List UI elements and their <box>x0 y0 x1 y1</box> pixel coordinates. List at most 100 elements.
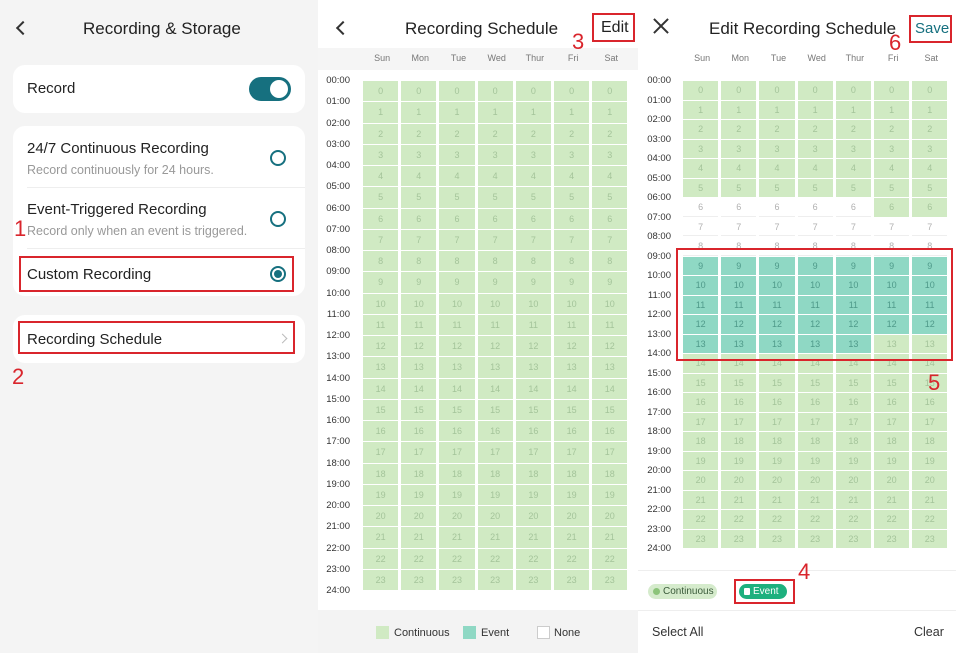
schedule-cell[interactable]: 17 <box>683 412 719 431</box>
schedule-cell[interactable]: 11 <box>797 295 833 314</box>
schedule-cell[interactable]: 17 <box>759 412 795 431</box>
schedule-cell[interactable]: 9 <box>683 256 719 275</box>
schedule-cell[interactable]: 20 <box>759 471 795 490</box>
schedule-cell[interactable]: 1 <box>912 100 948 119</box>
schedule-cell[interactable]: 17 <box>797 412 833 431</box>
schedule-cell[interactable]: 6 <box>759 198 795 217</box>
schedule-cell[interactable]: 23 <box>683 529 719 548</box>
schedule-cell[interactable]: 22 <box>835 510 871 529</box>
schedule-cell[interactable]: 17 <box>874 412 910 431</box>
schedule-cell[interactable]: 13 <box>912 334 948 353</box>
schedule-cell[interactable]: 0 <box>835 81 871 100</box>
schedule-cell[interactable]: 23 <box>759 529 795 548</box>
schedule-cell[interactable]: 21 <box>874 490 910 509</box>
schedule-cell[interactable]: 19 <box>759 451 795 470</box>
schedule-cell[interactable]: 9 <box>759 256 795 275</box>
schedule-cell[interactable]: 22 <box>759 510 795 529</box>
schedule-cell[interactable]: 5 <box>835 178 871 197</box>
schedule-cell[interactable]: 1 <box>835 100 871 119</box>
schedule-cell[interactable]: 1 <box>721 100 757 119</box>
schedule-cell[interactable]: 12 <box>683 315 719 334</box>
schedule-cell[interactable]: 16 <box>912 393 948 412</box>
schedule-cell[interactable]: 18 <box>683 432 719 451</box>
schedule-cell[interactable]: 10 <box>835 276 871 295</box>
schedule-cell[interactable]: 19 <box>683 451 719 470</box>
schedule-cell[interactable]: 2 <box>759 120 795 139</box>
schedule-cell[interactable]: 11 <box>835 295 871 314</box>
schedule-cell[interactable]: 20 <box>835 471 871 490</box>
schedule-cell[interactable]: 22 <box>874 510 910 529</box>
schedule-cell[interactable]: 21 <box>683 490 719 509</box>
schedule-cell[interactable]: 5 <box>683 178 719 197</box>
schedule-cell[interactable]: 3 <box>759 139 795 158</box>
schedule-cell[interactable]: 5 <box>797 178 833 197</box>
schedule-cell[interactable]: 15 <box>835 373 871 392</box>
schedule-cell[interactable]: 18 <box>797 432 833 451</box>
schedule-cell[interactable]: 6 <box>721 198 757 217</box>
schedule-cell[interactable]: 5 <box>912 178 948 197</box>
event-mode-pill[interactable]: Event <box>739 584 787 599</box>
schedule-cell[interactable]: 19 <box>912 451 948 470</box>
schedule-cell[interactable]: 7 <box>835 217 871 236</box>
schedule-cell[interactable]: 11 <box>683 295 719 314</box>
schedule-cell[interactable]: 8 <box>759 237 795 256</box>
schedule-cell[interactable]: 4 <box>683 159 719 178</box>
radio-event[interactable] <box>270 211 286 227</box>
schedule-card[interactable]: Recording Schedule <box>13 315 305 363</box>
schedule-cell[interactable]: 2 <box>683 120 719 139</box>
schedule-cell[interactable]: 17 <box>912 412 948 431</box>
schedule-cell[interactable]: 13 <box>797 334 833 353</box>
schedule-cell[interactable]: 22 <box>683 510 719 529</box>
schedule-cell[interactable]: 21 <box>835 490 871 509</box>
schedule-cell[interactable]: 6 <box>835 198 871 217</box>
schedule-cell[interactable]: 7 <box>797 217 833 236</box>
schedule-cell[interactable]: 1 <box>797 100 833 119</box>
schedule-cell[interactable]: 21 <box>797 490 833 509</box>
schedule-cell[interactable]: 13 <box>683 334 719 353</box>
schedule-cell[interactable]: 23 <box>874 529 910 548</box>
schedule-cell[interactable]: 14 <box>683 354 719 373</box>
option-custom[interactable]: Custom Recording <box>13 249 305 296</box>
schedule-cell[interactable]: 16 <box>835 393 871 412</box>
schedule-cell[interactable]: 3 <box>797 139 833 158</box>
option-continuous[interactable]: 24/7 Continuous Recording Record continu… <box>13 126 305 186</box>
schedule-cell[interactable]: 14 <box>797 354 833 373</box>
schedule-cell[interactable]: 6 <box>797 198 833 217</box>
schedule-cell[interactable]: 15 <box>797 373 833 392</box>
schedule-cell[interactable]: 10 <box>721 276 757 295</box>
schedule-cell[interactable]: 4 <box>797 159 833 178</box>
schedule-cell[interactable]: 12 <box>759 315 795 334</box>
schedule-cell[interactable]: 16 <box>797 393 833 412</box>
schedule-cell[interactable]: 15 <box>721 373 757 392</box>
schedule-cell[interactable]: 20 <box>683 471 719 490</box>
schedule-cell[interactable]: 13 <box>874 334 910 353</box>
schedule-cell[interactable]: 16 <box>683 393 719 412</box>
schedule-cell[interactable]: 4 <box>835 159 871 178</box>
schedule-cell[interactable]: 14 <box>721 354 757 373</box>
schedule-cell[interactable]: 4 <box>874 159 910 178</box>
schedule-cell[interactable]: 3 <box>874 139 910 158</box>
schedule-cell[interactable]: 9 <box>797 256 833 275</box>
schedule-cell[interactable]: 10 <box>759 276 795 295</box>
schedule-cell[interactable]: 1 <box>683 100 719 119</box>
schedule-cell[interactable]: 16 <box>721 393 757 412</box>
schedule-cell[interactable]: 10 <box>874 276 910 295</box>
schedule-cell[interactable]: 16 <box>874 393 910 412</box>
schedule-cell[interactable]: 10 <box>683 276 719 295</box>
schedule-cell[interactable]: 14 <box>835 354 871 373</box>
schedule-cell[interactable]: 19 <box>835 451 871 470</box>
schedule-cell[interactable]: 18 <box>912 432 948 451</box>
select-all-button[interactable]: Select All <box>652 625 703 639</box>
schedule-cell[interactable]: 9 <box>721 256 757 275</box>
schedule-cell[interactable]: 3 <box>683 139 719 158</box>
schedule-cell[interactable]: 22 <box>797 510 833 529</box>
schedule-cell[interactable]: 8 <box>721 237 757 256</box>
schedule-cell[interactable]: 2 <box>797 120 833 139</box>
schedule-cell[interactable]: 17 <box>835 412 871 431</box>
schedule-cell[interactable]: 7 <box>683 217 719 236</box>
radio-custom[interactable] <box>270 266 286 282</box>
schedule-cell[interactable]: 13 <box>721 334 757 353</box>
schedule-cell[interactable]: 8 <box>683 237 719 256</box>
schedule-cell[interactable]: 4 <box>759 159 795 178</box>
schedule-cell[interactable]: 6 <box>683 198 719 217</box>
